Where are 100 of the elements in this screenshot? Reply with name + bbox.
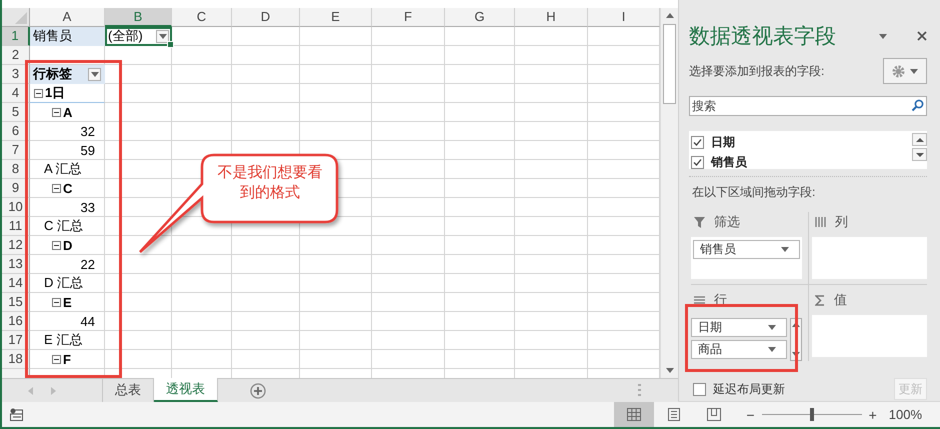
dropdown-button[interactable] [88,68,101,80]
zoom-out-button[interactable]: − [746,406,755,422]
checkbox[interactable] [693,382,706,396]
cell-text: 44 [80,314,95,328]
column-header[interactable]: H [515,8,588,27]
scroll-thumb[interactable] [663,24,676,104]
cell-text: 销售员 [33,27,72,45]
row-header[interactable]: 2 [2,46,30,65]
checkbox[interactable] [691,136,704,148]
table-cell[interactable]: 行标签 [30,65,105,84]
caret-up-icon [916,138,924,142]
table-cell[interactable]: C 汇总 [30,217,105,236]
scroll-down-icon[interactable] [666,368,674,373]
cell-text: C 汇总 [44,217,83,235]
row-header[interactable]: 1 [2,27,30,46]
cell-text: 1日 [45,84,66,102]
table-cell[interactable]: 32 [30,122,105,141]
zoom-level[interactable]: 100% [888,407,922,422]
pane-title: 数据透视表字段 [689,24,836,50]
column-header[interactable]: B [105,8,172,27]
column-header[interactable]: F [372,8,445,27]
search-icon[interactable] [911,99,924,112]
cell-text: (全部) [108,27,143,45]
vertical-scrollbar[interactable] [660,8,678,378]
zoom-slider-thumb[interactable] [810,408,814,421]
grid-icon [627,408,642,421]
callout-text: 不是我们想要看到的格式 [217,163,323,203]
caret-icon [90,72,98,76]
table-cell[interactable]: A 汇总 [30,160,105,179]
caret-icon [910,68,918,74]
field-label: 销售员 [711,154,747,169]
column-header[interactable]: D [232,8,300,27]
macro-icon[interactable] [10,408,23,421]
collapse-icon[interactable] [34,88,43,98]
table-cell[interactable]: A [30,103,105,122]
cell-text: 22 [80,256,95,272]
close-icon[interactable] [917,31,927,41]
page-break-icon [707,408,722,421]
drag-hint: 在以下区域间拖动字段: [691,184,816,201]
field-dropdown[interactable]: 销售员 [693,240,800,259]
caret-icon [158,34,166,38]
checkbox-label: 延迟布局更新 [713,380,785,398]
drop-area[interactable]: 销售员 [691,237,802,279]
column-header[interactable]: I [588,8,660,27]
cell-text: 32 [80,124,95,138]
scroll-up-button[interactable] [912,133,927,146]
cell-text: A 汇总 [44,160,82,178]
scroll-down-button[interactable] [912,148,927,161]
table-cell[interactable]: C [30,179,105,198]
dropdown-button[interactable] [156,30,169,42]
field-label: 日期 [711,134,735,150]
drop-area[interactable]: 日期 商品 [691,318,787,361]
table-cell[interactable]: E 汇总 [30,331,105,350]
collapse-icon[interactable] [52,298,61,306]
table-cell[interactable]: 1日 [30,84,105,103]
column-header[interactable]: C [172,8,232,27]
checkbox[interactable] [691,156,704,168]
field-dropdown[interactable]: 商品 [691,340,787,359]
collapse-icon[interactable] [52,240,61,250]
caret-icon [879,34,887,38]
collapse-icon[interactable] [52,184,61,192]
cell-text: C [63,180,72,196]
column-header[interactable]: E [300,8,372,27]
table-cell[interactable]: 59 [30,141,105,160]
cell-text: E [63,294,72,310]
caret-icon [768,325,776,330]
caret-icon [781,247,789,252]
column-header[interactable]: G [445,8,515,27]
collapse-icon[interactable] [52,354,61,364]
cell-text: 59 [80,142,95,158]
search-field[interactable]: 搜索 [689,96,927,116]
collapse-icon[interactable] [52,108,61,116]
table-cell[interactable]: 销售员 [30,27,105,46]
view-button[interactable] [614,402,654,427]
sigma-icon [815,294,825,306]
add-sheet-icon[interactable] [250,382,266,398]
caret-icon [916,152,924,156]
scroll-up-icon[interactable] [666,13,674,18]
table-cell[interactable]: D 汇总 [30,274,105,293]
choose-fields-label: 选择要添加到报表的字段: [689,62,824,80]
table-cell[interactable]: 22 [30,255,105,274]
table-cell[interactable]: D [30,236,105,255]
table-cell[interactable]: 33 [30,198,105,217]
field-dropdown[interactable]: 日期 [691,318,787,337]
cell-text: D 汇总 [44,274,83,292]
sheet-tab[interactable]: 透视表 [154,378,218,402]
table-cell[interactable]: F [30,350,105,369]
filter-icon [694,216,705,228]
settings-button[interactable] [883,58,927,84]
table-cell[interactable]: E [30,293,105,312]
settings-icon [892,64,905,78]
area-label: 值 [834,291,847,309]
table-cell[interactable]: (全部) [105,27,172,46]
column-header[interactable]: A [30,8,105,27]
page-icon [668,408,680,421]
cell-text: F [63,352,71,366]
table-cell[interactable]: 44 [30,312,105,331]
zoom-in-button[interactable]: + [868,406,877,422]
pane-options-button[interactable] [879,34,887,38]
cell-text: 33 [80,200,95,214]
